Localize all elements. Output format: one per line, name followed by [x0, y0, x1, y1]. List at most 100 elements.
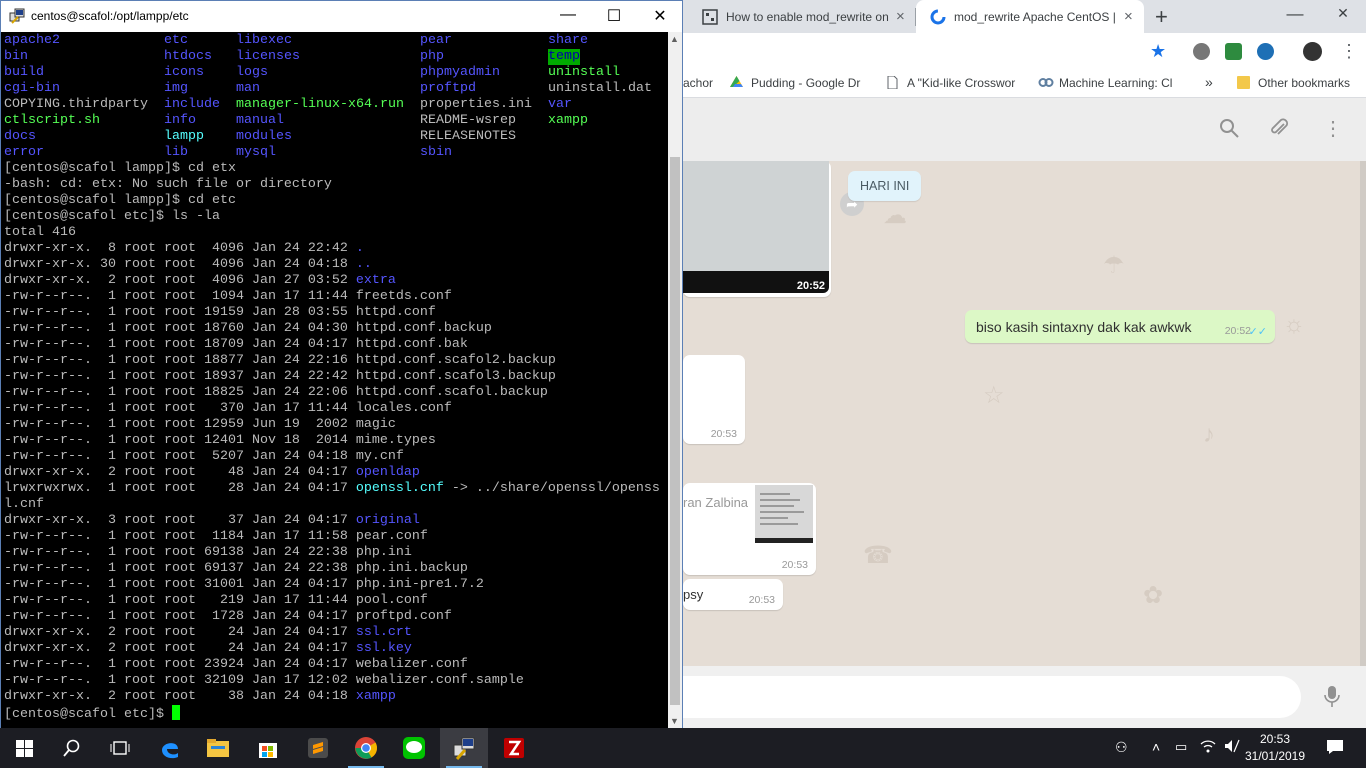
image-message[interactable]: 20:52 — [683, 161, 831, 297]
chrome-menu-icon[interactable]: ⋮ — [1340, 41, 1358, 62]
file-name: webalizer.conf — [355, 657, 468, 672]
volume-icon[interactable] — [1224, 739, 1240, 756]
file-meta: -rw-r--r--. 1 root root 1728 Jan 24 04:1… — [4, 609, 356, 624]
message-text: psy — [683, 587, 704, 602]
new-tab-button[interactable]: + — [1155, 4, 1168, 30]
outgoing-message[interactable]: biso kasih sintaxny dak kak awkwk 20:52 … — [965, 310, 1275, 343]
incoming-message[interactable]: 20:53 — [683, 355, 745, 444]
chrome-icon[interactable] — [342, 728, 390, 768]
pattern-icon: ☎ — [863, 542, 893, 569]
filezilla-icon[interactable] — [490, 728, 538, 768]
file-meta: drwxr-xr-x. 2 root root 24 Jan 24 04:17 — [4, 641, 356, 656]
file-meta: -rw-r--r--. 1 root root 32109 Jan 17 12:… — [4, 673, 356, 688]
bookmark-item[interactable]: Pudding - Google Dr — [730, 76, 860, 90]
edge-icon[interactable] — [146, 728, 194, 768]
file-name: freetds.conf — [355, 289, 452, 304]
incoming-message[interactable]: ran Zalbina 20:53 — [683, 483, 816, 575]
file-name: openldap — [355, 465, 420, 480]
chrome-tab-mod-rewrite-enable[interactable]: How to enable mod_rewrite on × — [688, 0, 914, 33]
file-meta: drwxr-xr-x. 2 root root 38 Jan 24 04:18 — [4, 689, 356, 704]
link-icon — [1038, 76, 1054, 89]
chat-header: ⋮ — [683, 98, 1366, 161]
putty-close-button[interactable]: ✕ — [637, 6, 683, 26]
extension-globe-icon[interactable] — [1257, 43, 1274, 60]
search-icon[interactable] — [48, 728, 96, 768]
ls-entry: RELEASENOTES — [420, 129, 516, 144]
ls-entry: licenses — [236, 49, 300, 64]
prompt-line[interactable]: [centos@scafol etc]$ — [4, 705, 180, 722]
search-icon[interactable] — [1219, 118, 1239, 144]
tab-title: How to enable mod_rewrite on — [726, 9, 889, 24]
bookmark-item[interactable]: achor — [683, 76, 713, 90]
putty-icon[interactable] — [440, 728, 488, 768]
ls-entry: mysql — [236, 145, 276, 160]
putty-titlebar[interactable]: centos@scafol:/opt/lampp/etc — ☐ ✕ — [1, 1, 682, 32]
file-meta: lrwxrwxrwx. 1 root root 28 Jan 24 04:17 — [4, 481, 356, 496]
attach-icon[interactable] — [1269, 118, 1289, 144]
putty-maximize-button[interactable]: ☐ — [591, 6, 637, 26]
terminal[interactable]: apache2 etc libexec pear share bin htdocs licen… — [1, 32, 668, 728]
pattern-icon: ☁ — [883, 202, 907, 229]
terminal-scrollbar[interactable]: ▲ ▼ — [668, 32, 682, 728]
chrome-tab-mod-rewrite-centos[interactable]: mod_rewrite Apache CentOS | × — [916, 0, 1144, 33]
extension-cors-icon[interactable] — [1225, 43, 1242, 60]
ls-entry: lampp — [164, 129, 204, 144]
listing-line: -rw-r--r--. 1 root root 370 Jan 17 11:44… — [4, 401, 452, 417]
file-meta: -rw-r--r--. 1 root root 18760 Jan 24 04:… — [4, 321, 356, 336]
message-time: 20:52 — [1224, 325, 1251, 337]
task-view-icon[interactable] — [96, 728, 144, 768]
battery-icon[interactable]: ▭ — [1175, 739, 1187, 755]
file-name: php.ini — [355, 545, 412, 560]
tab-close-icon[interactable]: × — [896, 8, 905, 25]
extension-gear-icon[interactable] — [1193, 43, 1210, 60]
ls-entry: phpmyadmin — [420, 65, 500, 80]
message-input[interactable] — [683, 676, 1301, 718]
bookmark-item[interactable]: Machine Learning: Cl — [1038, 76, 1172, 90]
store-icon[interactable] — [244, 728, 292, 768]
wifi-icon[interactable] — [1200, 739, 1216, 756]
system-clock[interactable]: 20:53 31/01/2019 — [1244, 731, 1306, 765]
window-title: centos@scafol:/opt/lampp/etc — [31, 9, 189, 23]
bookmark-item[interactable]: A "Kid-like Crosswor — [886, 75, 1015, 90]
file-meta: -rw-r--r--. 1 root root 18709 Jan 24 04:… — [4, 337, 356, 352]
people-icon[interactable]: ⚇ — [1115, 739, 1128, 756]
sublime-icon[interactable] — [294, 728, 342, 768]
incoming-message[interactable]: psy 20:53 — [683, 579, 783, 610]
chat-scrollbar[interactable] — [1360, 161, 1366, 666]
chrome-minimize-button[interactable]: — — [1272, 4, 1318, 24]
scroll-down-icon[interactable]: ▼ — [670, 716, 679, 726]
profile-avatar[interactable] — [1303, 42, 1322, 61]
file-name: .. — [355, 257, 372, 272]
ls-entry: man — [236, 81, 260, 96]
scrollbar-thumb[interactable] — [670, 157, 680, 705]
menu-icon[interactable]: ⋮ — [1323, 116, 1343, 141]
ls-entry: php — [420, 49, 444, 64]
bookmarks-overflow-button[interactable]: » — [1205, 74, 1213, 90]
pattern-icon: ☂ — [1103, 252, 1125, 279]
file-name: extra — [355, 273, 396, 288]
tab-close-icon[interactable]: × — [1124, 8, 1133, 25]
file-meta: -rw-r--r--. 1 root root 18825 Jan 24 22:… — [4, 385, 356, 400]
ls-entry: include — [164, 97, 220, 112]
ls-entry: apache2 — [4, 33, 60, 48]
start-icon[interactable] — [0, 728, 48, 768]
symlink-target: -> ../share/openssl/openss — [443, 481, 660, 496]
shell-prompt: [centos@scafol etc]$ — [4, 707, 172, 722]
other-bookmarks-folder[interactable]: Other bookmarks — [1237, 76, 1350, 90]
line-icon[interactable] — [390, 728, 438, 768]
chevron-up-icon[interactable]: ˄ — [1152, 739, 1160, 755]
scroll-up-icon[interactable]: ▲ — [670, 34, 679, 44]
file-name: openssl.cnf — [355, 481, 444, 496]
file-meta: drwxr-xr-x. 30 root root 4096 Jan 24 04:… — [4, 257, 356, 272]
message-text: biso kasih sintaxny dak kak awkwk — [976, 319, 1192, 335]
ls-entry: README-wsrep — [420, 113, 516, 128]
putty-minimize-button[interactable]: — — [545, 6, 591, 24]
folder-icon — [1237, 76, 1250, 89]
notifications-icon[interactable] — [1326, 739, 1344, 758]
terminal-line: [centos@scafol etc]$ ls -la — [4, 209, 220, 224]
microphone-icon[interactable] — [1324, 686, 1340, 714]
chrome-close-button[interactable]: ✕ — [1320, 5, 1366, 22]
bookmark-star-icon[interactable]: ★ — [1150, 41, 1166, 62]
file-explorer-icon[interactable] — [194, 728, 242, 768]
terminal-cursor — [171, 705, 180, 720]
